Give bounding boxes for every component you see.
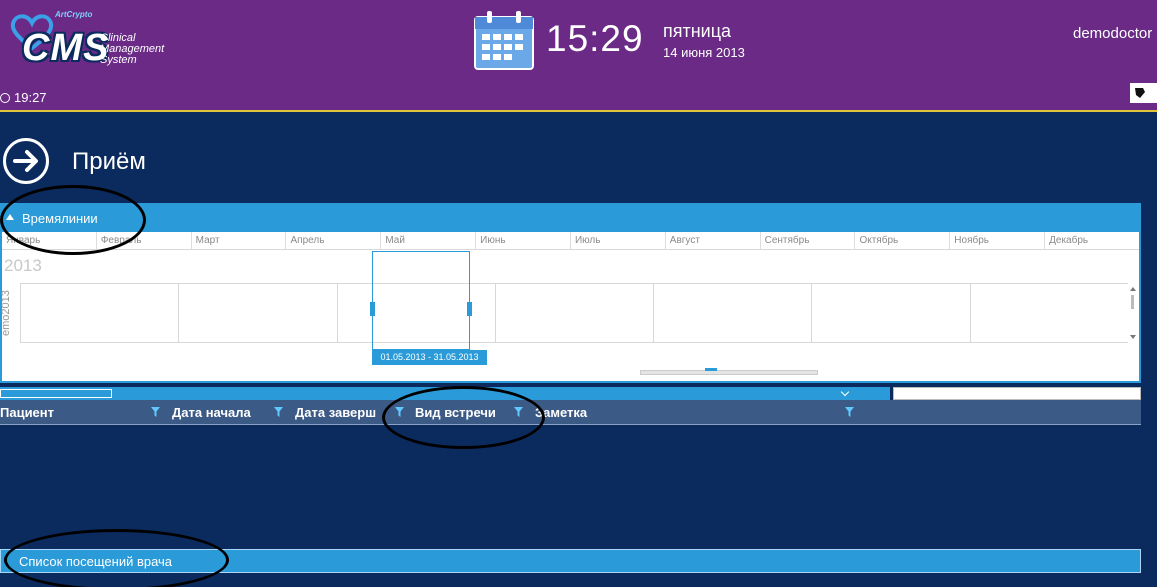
month-label[interactable]: Июль: [569, 232, 665, 249]
month-label[interactable]: Август: [664, 232, 760, 249]
month-label[interactable]: Сентябрь: [759, 232, 855, 249]
user-name[interactable]: demodoctor: [1073, 25, 1152, 42]
filter-icon[interactable]: [151, 407, 160, 417]
hscroll-thumb[interactable]: [705, 368, 717, 371]
language-switch-icon[interactable]: [1130, 83, 1157, 103]
clock-icon: [0, 92, 10, 103]
scroll-up-icon[interactable]: [1130, 287, 1136, 291]
month-label[interactable]: Октябрь: [854, 232, 949, 249]
chevron-down-icon[interactable]: [840, 387, 850, 397]
app-header: ArtCrypto CMS Clinical Management System…: [0, 0, 1157, 112]
current-time: 15:29: [546, 18, 644, 59]
page-title: Приём: [72, 148, 146, 175]
annotation-ellipse: [382, 386, 545, 449]
current-date: 14 июня 2013: [663, 45, 745, 60]
month-label[interactable]: Апрель: [285, 232, 380, 249]
column-patient[interactable]: Пациент: [0, 405, 54, 420]
calendar-icon[interactable]: [473, 9, 535, 71]
month-label[interactable]: Декабрь: [1044, 232, 1139, 249]
logo-subtitle: Clinical Management System: [100, 32, 165, 66]
logo-brand: ArtCrypto: [55, 10, 93, 19]
search-input[interactable]: [893, 387, 1141, 400]
filter-icon[interactable]: [845, 407, 854, 417]
month-label[interactable]: Май: [380, 232, 475, 249]
month-label[interactable]: Ноябрь: [949, 232, 1044, 249]
month-label[interactable]: Июнь: [475, 232, 570, 249]
grid-header: Пациент Дата начала Дата заверш Вид встр…: [0, 400, 1141, 425]
filter-icon[interactable]: [274, 407, 283, 417]
logo-cms: CMS: [22, 27, 110, 69]
session-timer: 19:27: [0, 90, 47, 105]
lane-scrollbar[interactable]: [1128, 283, 1138, 343]
column-start-date[interactable]: Дата начала: [172, 405, 251, 420]
annotation-ellipse: [0, 185, 146, 255]
lane-label: emo2013: [0, 290, 12, 336]
grid-selector[interactable]: [0, 389, 112, 398]
timeline-header[interactable]: Времялинии: [2, 205, 1139, 232]
year-label: 2013: [4, 256, 42, 275]
column-end-date[interactable]: Дата заверш: [295, 405, 388, 420]
month-scale: Январь Февраль Март Апрель Май Июнь Июль…: [2, 232, 1139, 250]
timeline-panel: Времялинии Январь Февраль Март Апрель Ма…: [0, 203, 1141, 383]
timeline-hscrollbar[interactable]: [640, 368, 818, 375]
forward-arrow-icon[interactable]: [3, 138, 49, 184]
scroll-down-icon[interactable]: [1130, 335, 1136, 339]
scroll-thumb[interactable]: [1131, 295, 1134, 309]
timeline-lane[interactable]: [20, 283, 1128, 343]
month-label[interactable]: Март: [190, 232, 286, 249]
cms-logo: ArtCrypto CMS Clinical Management System: [2, 8, 177, 78]
current-weekday: пятница: [663, 21, 732, 41]
selected-range-box[interactable]: [370, 251, 472, 350]
annotation-ellipse: [4, 529, 229, 587]
selected-range-label: 01.05.2013 - 31.05.2013: [372, 350, 487, 365]
session-time: 19:27: [14, 90, 47, 105]
range-end-handle[interactable]: [467, 302, 472, 316]
range-start-handle[interactable]: [370, 302, 375, 316]
